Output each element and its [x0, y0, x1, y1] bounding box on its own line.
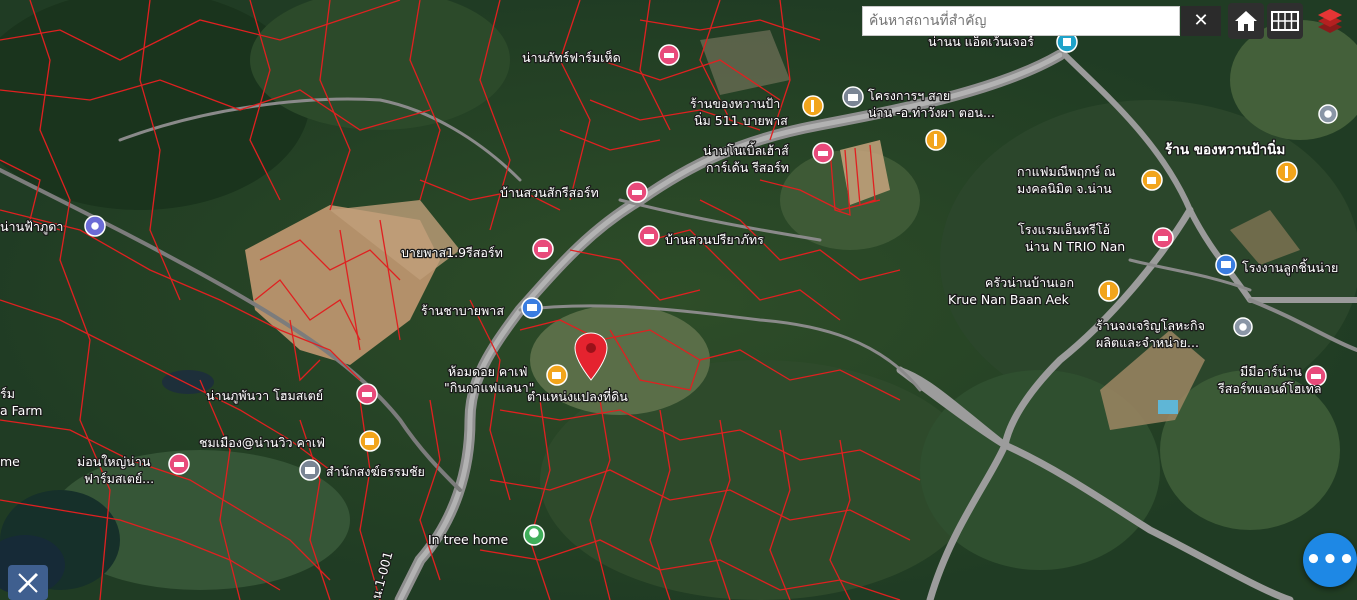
pin-icon [1318, 104, 1338, 124]
hotel-icon [626, 181, 648, 203]
poi-label: น่านโนเบิ้ลเฮ้าส์ [703, 141, 789, 158]
cafe-icon [359, 430, 381, 452]
layers-icon [1318, 9, 1342, 33]
search-input[interactable] [862, 6, 1180, 36]
poi-label: โรงแรมเอ็นทรีโอ้ [1018, 222, 1110, 237]
temple-icon [299, 459, 321, 481]
clear-search-button[interactable]: ✕ [1181, 6, 1221, 36]
poi-label: บ้านสวนปรียาภัทร [665, 232, 764, 247]
government-icon [842, 86, 864, 108]
poi-label: ร้าน ของหวานป้านิ่ม [1165, 139, 1285, 158]
hotel-icon [658, 44, 680, 66]
poi-label: รีสอร์ทแอนด์โฮเทล [1218, 381, 1322, 396]
poi-label: บ้านสวนสักรีสอร์ท [500, 185, 599, 200]
pin-icon [1233, 317, 1253, 337]
shopping-cart-icon [521, 297, 543, 319]
satellite-map[interactable]: น่านภัทร์ฟาร์มเห็ด น่านน แอ็ดเว้นเจอร์ ร… [0, 0, 1357, 600]
restaurant-icon [925, 129, 947, 151]
poi-label: ร์ม [0, 386, 15, 401]
layers-button[interactable] [1312, 3, 1348, 39]
poi-label: น่าน N TRIO Nan [1025, 239, 1125, 254]
hotel-icon [168, 453, 190, 475]
poi-label: น่านภูพันวา โฮมสเตย์ [206, 388, 323, 404]
poi-label: สำนักสงฆ์ธรรมชัย [326, 464, 425, 479]
poi-label: น่านน แอ็ดเว้นเจอร์ [928, 34, 1034, 49]
poi-label: ครัวน่านบ้านเอก [985, 275, 1074, 290]
hotel-icon [356, 383, 378, 405]
poi-label: กาแฟมณีพฤกษ์ ณ [1017, 164, 1116, 179]
poi-label: ผลิตและจำหน่าย... [1096, 335, 1199, 350]
home-button[interactable] [1228, 3, 1264, 39]
parcel-location-label: ตำแหน่งแปลงที่ดิน [527, 388, 628, 404]
poi-label: บายพาส1.9รีสอร์ท [401, 245, 503, 260]
poi-label: ร้านชาบายพาส [421, 303, 504, 318]
hotel-icon [812, 142, 834, 164]
hotel-icon [1152, 227, 1174, 249]
more-options-button[interactable]: ••• [1303, 533, 1357, 587]
poi-label: มีมีอาร์น่าน [1240, 364, 1302, 379]
grid-button[interactable] [1267, 3, 1303, 39]
poi-label: me [0, 454, 20, 469]
poi-label: โรงงานลูกชิ้นน่าย [1242, 258, 1338, 276]
poi-label: a Farm [0, 403, 42, 418]
hotel-icon [532, 238, 554, 260]
poi-label: In tree home [428, 532, 508, 547]
restaurant-icon [1098, 280, 1120, 302]
poi-label: น่าน -อ.ท่าวังผา ตอน... [868, 105, 995, 120]
poi-label: ชมเมือง@น่านวิว คาเฟ่ [199, 435, 325, 450]
ruler-pencil-icon [17, 572, 39, 593]
restaurant-icon [802, 95, 824, 117]
measure-tool-button[interactable] [8, 565, 48, 600]
poi-label: Krue Nan Baan Aek [948, 292, 1070, 307]
cafe-icon [1141, 169, 1163, 191]
poi-label: น่านภัทร์ฟาร์มเห็ด [522, 50, 621, 65]
landmark-icon [84, 215, 106, 237]
poi-label: ร้านจงเจริญโลหะกิจ [1096, 318, 1205, 333]
cafe-icon [546, 364, 568, 386]
poi-label: น่านฟ้าภูดา [0, 219, 63, 235]
park-icon [523, 524, 545, 546]
poi-label: มงคลนิมิต จ.น่าน [1017, 181, 1112, 196]
poi-label: ร้านของหวานป้า [690, 96, 780, 111]
poi-label: โครงการฯ สาย [868, 88, 950, 103]
home-icon [1235, 11, 1257, 31]
poi-label: "กินกาแฟแลนา" [444, 380, 534, 395]
shopping-cart-icon [1215, 254, 1237, 276]
poi-label: นิ่ม 511 บายพาส [694, 112, 788, 128]
hotel-icon [638, 225, 660, 247]
poi-label: ห้อมดอย คาเฟ่ [448, 364, 527, 379]
poi-label: ม่อนใหญ่น่าน [77, 454, 151, 469]
grid-icon [1271, 11, 1299, 31]
poi-label: ฟาร์มสเตย์... [84, 471, 154, 486]
poi-label: การ์เด้น รีสอร์ท [706, 160, 789, 175]
restaurant-icon [1276, 161, 1298, 183]
